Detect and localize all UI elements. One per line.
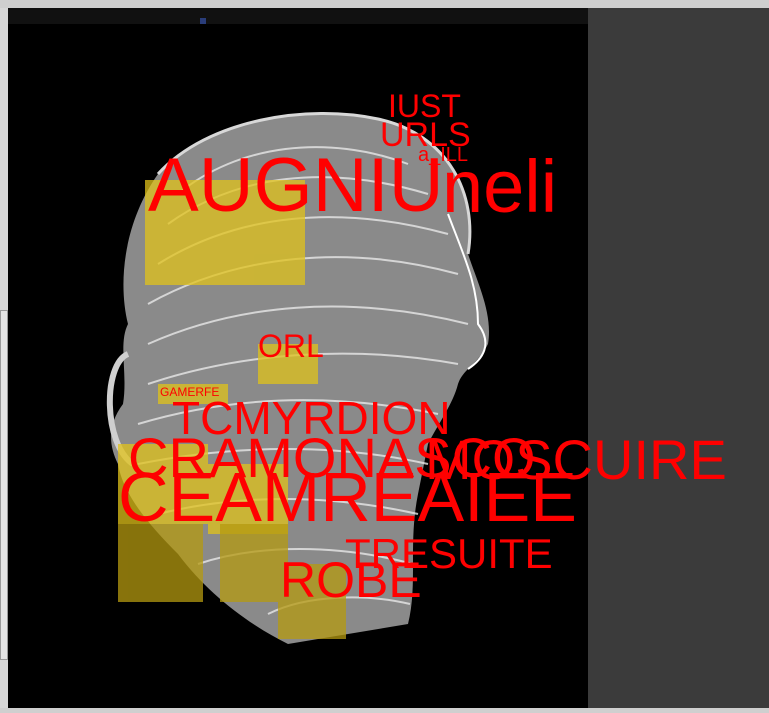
- bottom-bar: [0, 708, 769, 713]
- label-augniu: AUGNIU: [148, 143, 444, 228]
- top-bar: [0, 0, 769, 8]
- label-neli: neli: [442, 145, 558, 228]
- label-robe: ROBE: [280, 552, 422, 608]
- label-ceamreaiee: CEAMREAIEE: [118, 458, 577, 536]
- label-orl: ORL: [258, 328, 324, 364]
- canvas-header: [8, 8, 588, 24]
- left-panel-frame: [0, 310, 8, 660]
